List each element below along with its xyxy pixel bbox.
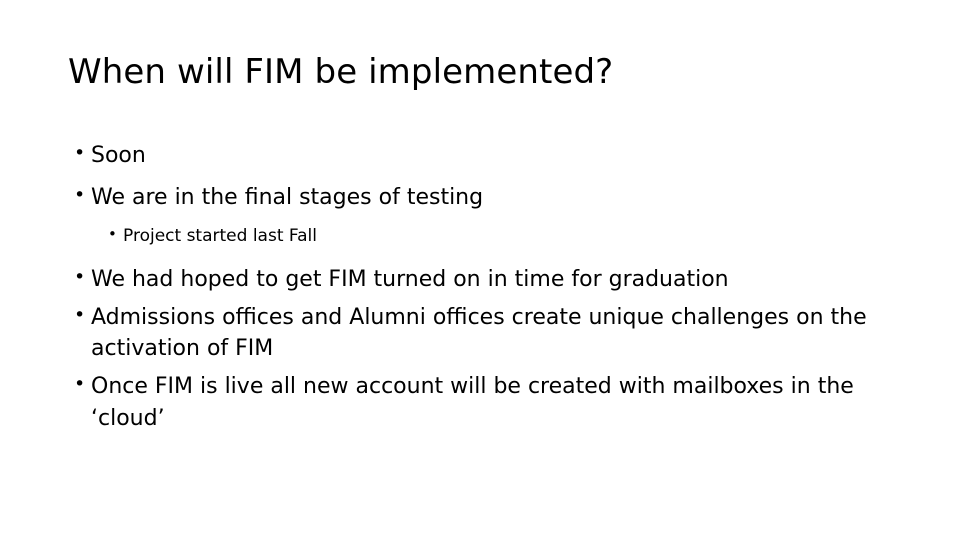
list-item-text: Admissions offices and Alumni offices cr… [91,304,867,362]
slide-body: • Soon • We are in the final stages of t… [68,140,900,434]
list-item: • Admissions offices and Alumni offices … [68,302,900,364]
bullet-icon: • [74,142,86,164]
list-item-text: We are in the final stages of testing [91,185,484,211]
page-title: When will FIM be implemented? [68,52,614,92]
list-item: • Soon [68,140,900,171]
list-item: • We are in the final stages of testing [68,182,900,213]
bullet-icon: • [108,225,117,244]
list-item-text: Once FIM is live all new account will be… [91,374,854,431]
list-item-text: Soon [91,143,146,168]
bullet-icon: • [74,303,86,326]
sub-list-item: • Project started last Fall [68,224,900,248]
bullet-icon: • [74,265,86,288]
list-item: • We had hoped to get FIM turned on in t… [68,264,900,295]
bullet-icon: • [74,184,86,207]
list-item: • Once FIM is live all new account will … [68,371,900,433]
slide: When will FIM be implemented? • Soon • W… [0,0,960,540]
bullet-icon: • [74,373,86,396]
sub-list-item-text: Project started last Fall [123,226,317,247]
list-item-text: We had hoped to get FIM turned on in tim… [91,266,729,292]
